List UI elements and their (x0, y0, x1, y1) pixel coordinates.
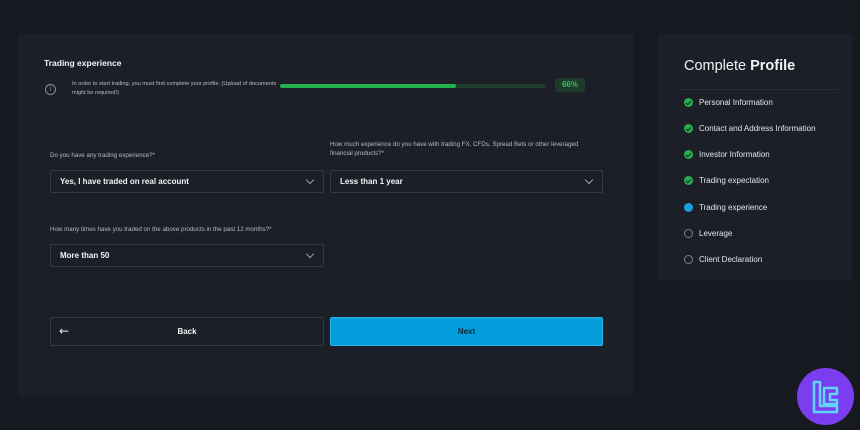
check-circle-icon (684, 124, 693, 133)
back-button-label: Back (177, 327, 197, 336)
check-circle-icon (684, 176, 693, 185)
sidebar-title-prefix: Complete (684, 58, 747, 74)
brand-logo-icon (797, 368, 854, 425)
step-trading-experience[interactable]: Trading experience (684, 202, 848, 214)
select-value: Less than 1 year (340, 177, 403, 186)
sidebar-title: Complete Profile (684, 58, 795, 74)
experience-duration-select[interactable]: Less than 1 year (330, 170, 603, 193)
check-circle-icon (684, 98, 693, 107)
step-leverage[interactable]: Leverage (684, 228, 848, 240)
step-label: Trading experience (699, 203, 768, 212)
chevron-down-icon (584, 175, 594, 185)
profile-steps-panel: Complete Profile Personal Information Co… (658, 34, 852, 280)
form-panel: Trading experience i In order to start t… (18, 34, 634, 396)
empty-circle-icon (684, 255, 693, 264)
sidebar-title-bold: Profile (750, 58, 796, 74)
question-label-trading-experience: Do you have any trading experience?* (50, 152, 155, 159)
progress-bar (280, 84, 546, 88)
step-label: Leverage (699, 229, 733, 238)
sidebar-divider (680, 89, 838, 90)
trade-count-select[interactable]: More than 50 (50, 244, 324, 267)
progress-percent: 66% (555, 78, 585, 92)
info-icon: i (45, 84, 56, 95)
step-label: Trading expectation (699, 176, 769, 185)
step-label: Client Declaration (699, 255, 763, 264)
question-label-experience-duration: How much experience do you have with tra… (330, 141, 579, 157)
select-value: Yes, I have traded on real account (60, 177, 189, 186)
back-button[interactable]: ← Back (50, 317, 324, 346)
step-label: Contact and Address Information (699, 124, 816, 133)
step-label: Investor Information (699, 150, 770, 159)
info-text: In order to start trading, you must firs… (72, 81, 277, 96)
current-step-dot-icon (684, 203, 693, 212)
trading-experience-select[interactable]: Yes, I have traded on real account (50, 170, 324, 193)
step-client-declaration[interactable]: Client Declaration (684, 254, 848, 266)
step-contact-address[interactable]: Contact and Address Information (684, 123, 848, 135)
step-personal-information[interactable]: Personal Information (684, 97, 848, 109)
chevron-down-icon (305, 175, 315, 185)
next-button[interactable]: Next (330, 317, 603, 346)
step-trading-expectation[interactable]: Trading expectation (684, 175, 848, 187)
check-circle-icon (684, 150, 693, 159)
question-label-trade-count: How many times have you traded on the ab… (50, 226, 272, 233)
chevron-down-icon (305, 249, 315, 259)
step-label: Personal Information (699, 98, 773, 107)
progress-fill (280, 84, 456, 88)
section-title: Trading experience (44, 58, 122, 68)
select-value: More than 50 (60, 251, 110, 260)
empty-circle-icon (684, 229, 693, 238)
step-investor-information[interactable]: Investor Information (684, 149, 848, 161)
